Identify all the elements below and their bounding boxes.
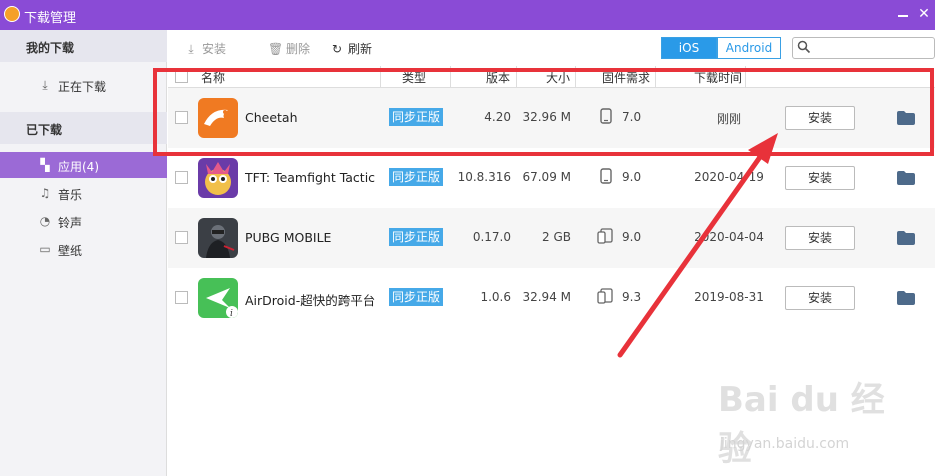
sidebar-item-label: 音乐 — [58, 188, 83, 202]
cheetah-app-icon — [198, 98, 238, 138]
ringtone-icon: ◔ — [39, 214, 51, 228]
phone-tablet-icon — [597, 228, 613, 244]
sidebar-item-label: 壁纸 — [58, 244, 83, 258]
svg-text:i: i — [230, 309, 233, 318]
search-input[interactable] — [792, 37, 935, 59]
install-button[interactable]: 安装 — [785, 166, 855, 190]
close-icon[interactable]: ✕ — [917, 6, 931, 22]
sidebar-item-label: 铃声 — [58, 216, 83, 230]
column-download-time[interactable]: 下载时间 — [694, 69, 742, 86]
install-button-label: 安装 — [202, 42, 227, 56]
install-button[interactable]: 安装 — [785, 106, 855, 130]
install-button[interactable]: 安装 — [785, 286, 855, 310]
row-checkbox[interactable] — [175, 291, 188, 304]
sidebar: 我的下载 ⤓ 正在下载 已下载 ▚ 应用(4) ♫ 音乐 ◔ 铃声 ▭ 壁纸 — [0, 30, 167, 476]
select-all-checkbox[interactable] — [175, 70, 188, 83]
sidebar-item-ringtones[interactable]: ◔ 铃声 — [0, 208, 167, 234]
download-icon: ⤓ — [42, 78, 48, 92]
phone-icon — [600, 108, 612, 124]
download-time: 2019-08-31 — [694, 290, 764, 304]
pubg-app-icon — [198, 218, 238, 258]
phone-icon — [600, 168, 612, 184]
window-title: 下载管理 — [24, 11, 77, 26]
app-name: PUBG MOBILE — [245, 230, 332, 245]
row-checkbox[interactable] — [175, 231, 188, 244]
install-button[interactable]: 安装 — [785, 226, 855, 250]
type-badge: 同步正版 — [389, 168, 443, 186]
download-time: 2020-04-19 — [694, 170, 764, 184]
app-logo-icon — [4, 6, 20, 22]
delete-button-label: 删除 — [286, 42, 311, 56]
install-button[interactable]: ⤓ 安装 — [184, 40, 226, 57]
folder-icon[interactable] — [897, 231, 915, 245]
sidebar-section-my-downloads: 我的下载 — [0, 30, 167, 62]
airdroid-app-icon: i — [198, 278, 238, 318]
app-size: 32.96 M — [522, 110, 571, 124]
music-icon: ♫ — [39, 186, 51, 200]
type-badge: 同步正版 — [389, 288, 443, 306]
sidebar-item-wallpapers[interactable]: ▭ 壁纸 — [0, 236, 167, 262]
watermark-url: jingyan.baidu.com — [720, 436, 850, 452]
wallpaper-icon: ▭ — [39, 242, 51, 256]
column-firmware[interactable]: 固件需求 — [602, 69, 650, 86]
type-badge: 同步正版 — [389, 228, 443, 246]
column-type[interactable]: 类型 — [402, 69, 426, 86]
app-name: AirDroid-超快的跨平台 — [245, 293, 376, 308]
folder-icon[interactable] — [897, 171, 915, 185]
column-version[interactable]: 版本 — [486, 69, 510, 86]
tft-app-icon — [198, 158, 238, 198]
refresh-button-label: 刷新 — [348, 42, 373, 56]
watermark-logo-text: Bai du 经验 — [718, 380, 885, 469]
firmware-requirement: 9.0 — [622, 170, 642, 184]
column-name[interactable]: 名称 — [201, 69, 225, 86]
trash-icon: 🗑 — [268, 42, 284, 56]
sidebar-section-downloaded: 已下载 — [0, 112, 167, 144]
sidebar-item-label: 应用(4) — [58, 160, 99, 174]
platform-tab-android[interactable]: Android — [717, 37, 781, 59]
app-name: TFT: Teamfight Tactic — [245, 170, 376, 185]
download-time: 刚刚 — [716, 112, 741, 126]
app-name: Cheetah — [245, 110, 298, 125]
apps-icon: ▚ — [40, 158, 50, 172]
refresh-icon: ↻ — [331, 42, 343, 56]
sidebar-item-apps[interactable]: ▚ 应用(4) — [0, 152, 167, 178]
sidebar-item-label: 正在下载 — [58, 80, 107, 94]
firmware-requirement: 7.0 — [622, 110, 642, 124]
table-row[interactable]: Cheetah 同步正版 4.20 32.96 M 7.0 刚刚 安装 — [168, 88, 935, 148]
firmware-requirement: 9.3 — [622, 290, 642, 304]
download-icon: ⤓ — [188, 42, 194, 56]
row-checkbox[interactable] — [175, 111, 188, 124]
column-size[interactable]: 大小 — [546, 69, 570, 86]
table-header: 名称 类型 版本 大小 固件需求 下载时间 — [168, 66, 935, 88]
platform-tab-ios[interactable]: iOS — [661, 37, 717, 59]
table-row[interactable]: TFT: Teamfight Tactic 同步正版 10.8.316 67.0… — [168, 148, 935, 208]
app-size: 32.94 M — [522, 290, 571, 304]
download-time: 2020-04-04 — [694, 230, 764, 244]
search-icon — [797, 40, 811, 54]
folder-icon[interactable] — [897, 111, 915, 125]
firmware-requirement: 9.0 — [622, 230, 642, 244]
table-row[interactable]: i AirDroid-超快的跨平台 同步正版 1.0.6 32.94 M 9.3… — [168, 268, 935, 328]
baidu-jingyan-watermark: Bai du 经验 jingyan.baidu.com — [718, 372, 918, 469]
phone-tablet-icon — [597, 288, 613, 304]
sidebar-item-music[interactable]: ♫ 音乐 — [0, 180, 167, 206]
app-size: 67.09 M — [522, 170, 571, 184]
table-row[interactable]: PUBG MOBILE 同步正版 0.17.0 2 GB 9.0 2020-04… — [168, 208, 935, 268]
title-bar: 下载管理 ✕ — [0, 0, 935, 30]
row-checkbox[interactable] — [175, 171, 188, 184]
app-size: 2 GB — [542, 230, 571, 244]
refresh-button[interactable]: ↻ 刷新 — [330, 40, 372, 57]
sidebar-item-downloading[interactable]: ⤓ 正在下载 — [0, 72, 167, 98]
type-badge: 同步正版 — [389, 108, 443, 126]
folder-icon[interactable] — [897, 291, 915, 305]
delete-button[interactable]: 🗑 删除 — [268, 40, 310, 57]
toolbar: ⤓ 安装 🗑 删除 ↻ 刷新 iOS Android — [168, 30, 935, 66]
minimize-icon[interactable] — [896, 6, 910, 22]
